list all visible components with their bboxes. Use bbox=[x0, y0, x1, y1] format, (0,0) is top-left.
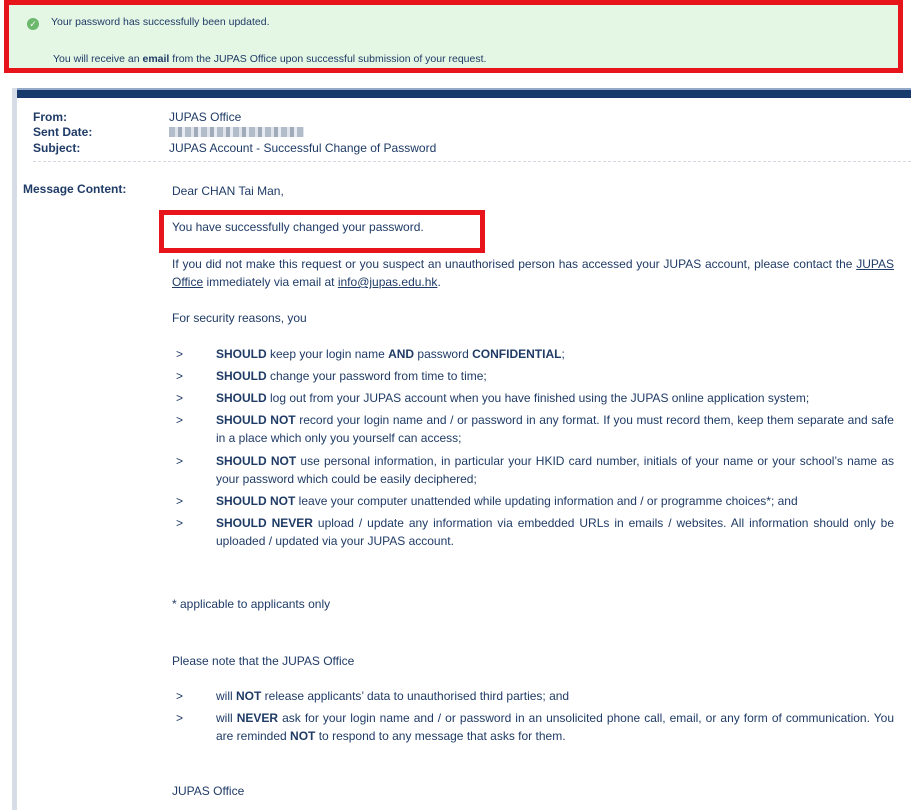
office-intro: Please note that the JUPAS Office bbox=[172, 654, 355, 668]
bullet-chevron-icon: > bbox=[176, 516, 184, 530]
greeting: Dear CHAN Tai Man, bbox=[172, 184, 284, 198]
footnote: * applicable to applicants only bbox=[172, 597, 331, 611]
subject-value: JUPAS Account - Successful Change of Pas… bbox=[169, 141, 437, 155]
highlight-text: You have successfully changed your passw… bbox=[172, 220, 424, 234]
success-banner: ✓ Your password has successfully been upd… bbox=[4, 0, 903, 73]
header-divider bbox=[33, 161, 911, 162]
banner-message-line2: You will receive an email from the JUPAS… bbox=[53, 53, 486, 65]
warning-paragraph: If you did not make this request or you … bbox=[172, 255, 894, 291]
subject-label: Subject: bbox=[33, 141, 81, 155]
email-link[interactable]: info@jupas.edu.hk bbox=[338, 275, 438, 289]
email-panel: From: JUPAS Office Sent Date: Subject: J… bbox=[12, 88, 911, 810]
bullet-chevron-icon: > bbox=[176, 711, 184, 725]
from-value: JUPAS Office bbox=[169, 110, 242, 124]
bullet-chevron-icon: > bbox=[176, 413, 184, 427]
bullet-chevron-icon: > bbox=[176, 494, 184, 508]
from-label: From: bbox=[33, 110, 67, 124]
check-circle-icon: ✓ bbox=[27, 18, 39, 30]
banner-line2-pre: You will receive an bbox=[53, 53, 143, 65]
bullet-chevron-icon: > bbox=[176, 369, 184, 383]
bullet-chevron-icon: > bbox=[176, 391, 184, 405]
sent-date-label: Sent Date: bbox=[33, 125, 93, 139]
panel-top-bar bbox=[17, 88, 911, 98]
bullet-chevron-icon: > bbox=[176, 689, 184, 703]
banner-line2-post: from the JUPAS Office upon successful su… bbox=[169, 53, 487, 65]
warning-text-mid: immediately via email at bbox=[203, 275, 338, 289]
bullet-chevron-icon: > bbox=[176, 347, 184, 361]
sent-date-value-redacted bbox=[169, 125, 304, 140]
bullet-chevron-icon: > bbox=[176, 454, 184, 468]
security-intro: For security reasons, you bbox=[172, 311, 307, 325]
banner-line1-text: Your password has successfully been upda… bbox=[51, 16, 270, 28]
signature: JUPAS Office bbox=[172, 784, 245, 798]
warning-text-post: . bbox=[437, 275, 441, 289]
banner-line2-bold: email bbox=[142, 53, 170, 65]
warning-text-pre: If you did not make this request or you … bbox=[172, 257, 857, 271]
banner-message-line1: ✓ Your password has successfully been upd… bbox=[27, 16, 270, 30]
message-content-label: Message Content: bbox=[23, 182, 127, 196]
